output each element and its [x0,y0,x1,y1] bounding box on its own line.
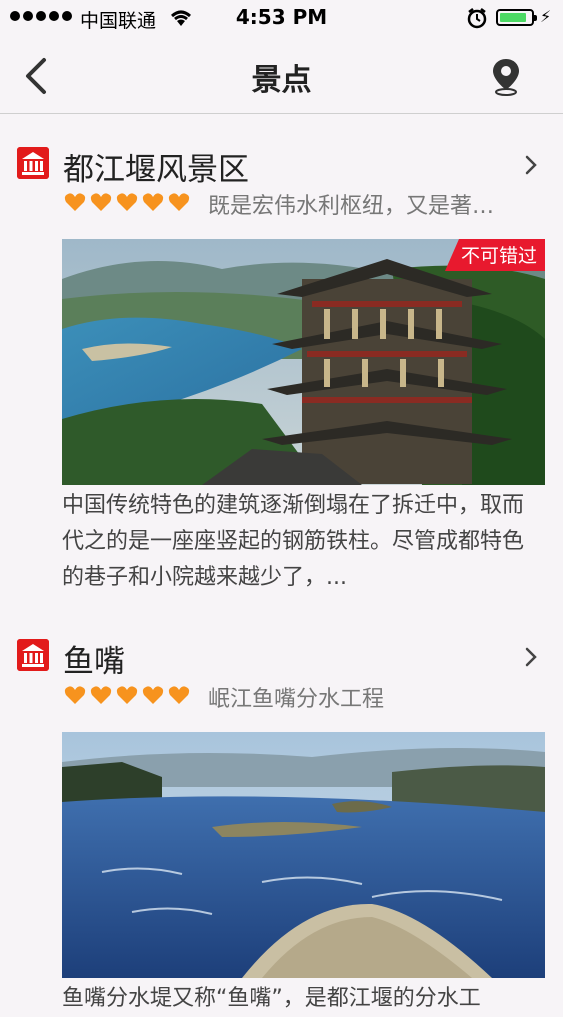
chevron-right-icon[interactable] [522,645,540,669]
spot-description: 中国传统特色的建筑逐渐倒塌在了拆迁中，取而代之的是一座座竖起的钢筋铁柱。尽管成都… [62,493,525,590]
rating-heart-icon [142,193,164,211]
page-title: 景点 [251,63,312,98]
chevron-right-icon[interactable] [522,153,540,177]
yuzui-river-image [62,732,545,978]
landmark-icon [17,147,49,179]
spot-card[interactable]: 都江堰风景区 既是宏伟水利枢纽，又是著… 不可错过 中国传统特色的建筑逐渐倒塌在… [0,114,563,604]
charging-icon: ⚡ [540,7,552,26]
spot-description: 鱼嘴分水堤又称“鱼嘴”，是都江堰的分水工 [62,986,481,1011]
landmark-icon [17,639,49,671]
status-bar: 中国联通 4:53 PM ⚡ [0,0,563,38]
spot-card[interactable]: 鱼嘴 岷江鱼嘴分水工程 鱼嘴分水堤又称“鱼嘴”，是都江堰的分水工 [0,605,563,1011]
battery-icon [496,9,537,26]
rating-heart-icon [64,193,86,211]
spot-tagline: 既是宏伟水利枢纽，又是著… [208,194,495,219]
spot-photo[interactable] [62,732,545,978]
spot-name[interactable]: 都江堰风景区 [63,144,249,189]
must-see-badge: 不可错过 [444,239,545,271]
rating-heart-icon [168,686,190,704]
spot-name[interactable]: 鱼嘴 [63,636,125,681]
alarm-icon [467,8,487,29]
rating-heart-icon [90,686,112,704]
location-pin-icon[interactable] [490,56,522,96]
rating-heart-icon [116,193,138,211]
rating-heart-icon [168,193,190,211]
spot-tagline: 岷江鱼嘴分水工程 [208,687,385,712]
rating-heart-icon [116,686,138,704]
rating-hearts [64,685,190,705]
rating-hearts [64,192,190,212]
rating-heart-icon [142,686,164,704]
navigation-bar: 景点 [0,38,563,114]
rating-heart-icon [64,686,86,704]
dujiangyan-pagoda-image [62,239,545,485]
rating-heart-icon [90,193,112,211]
spot-photo[interactable]: 不可错过 [62,239,545,485]
